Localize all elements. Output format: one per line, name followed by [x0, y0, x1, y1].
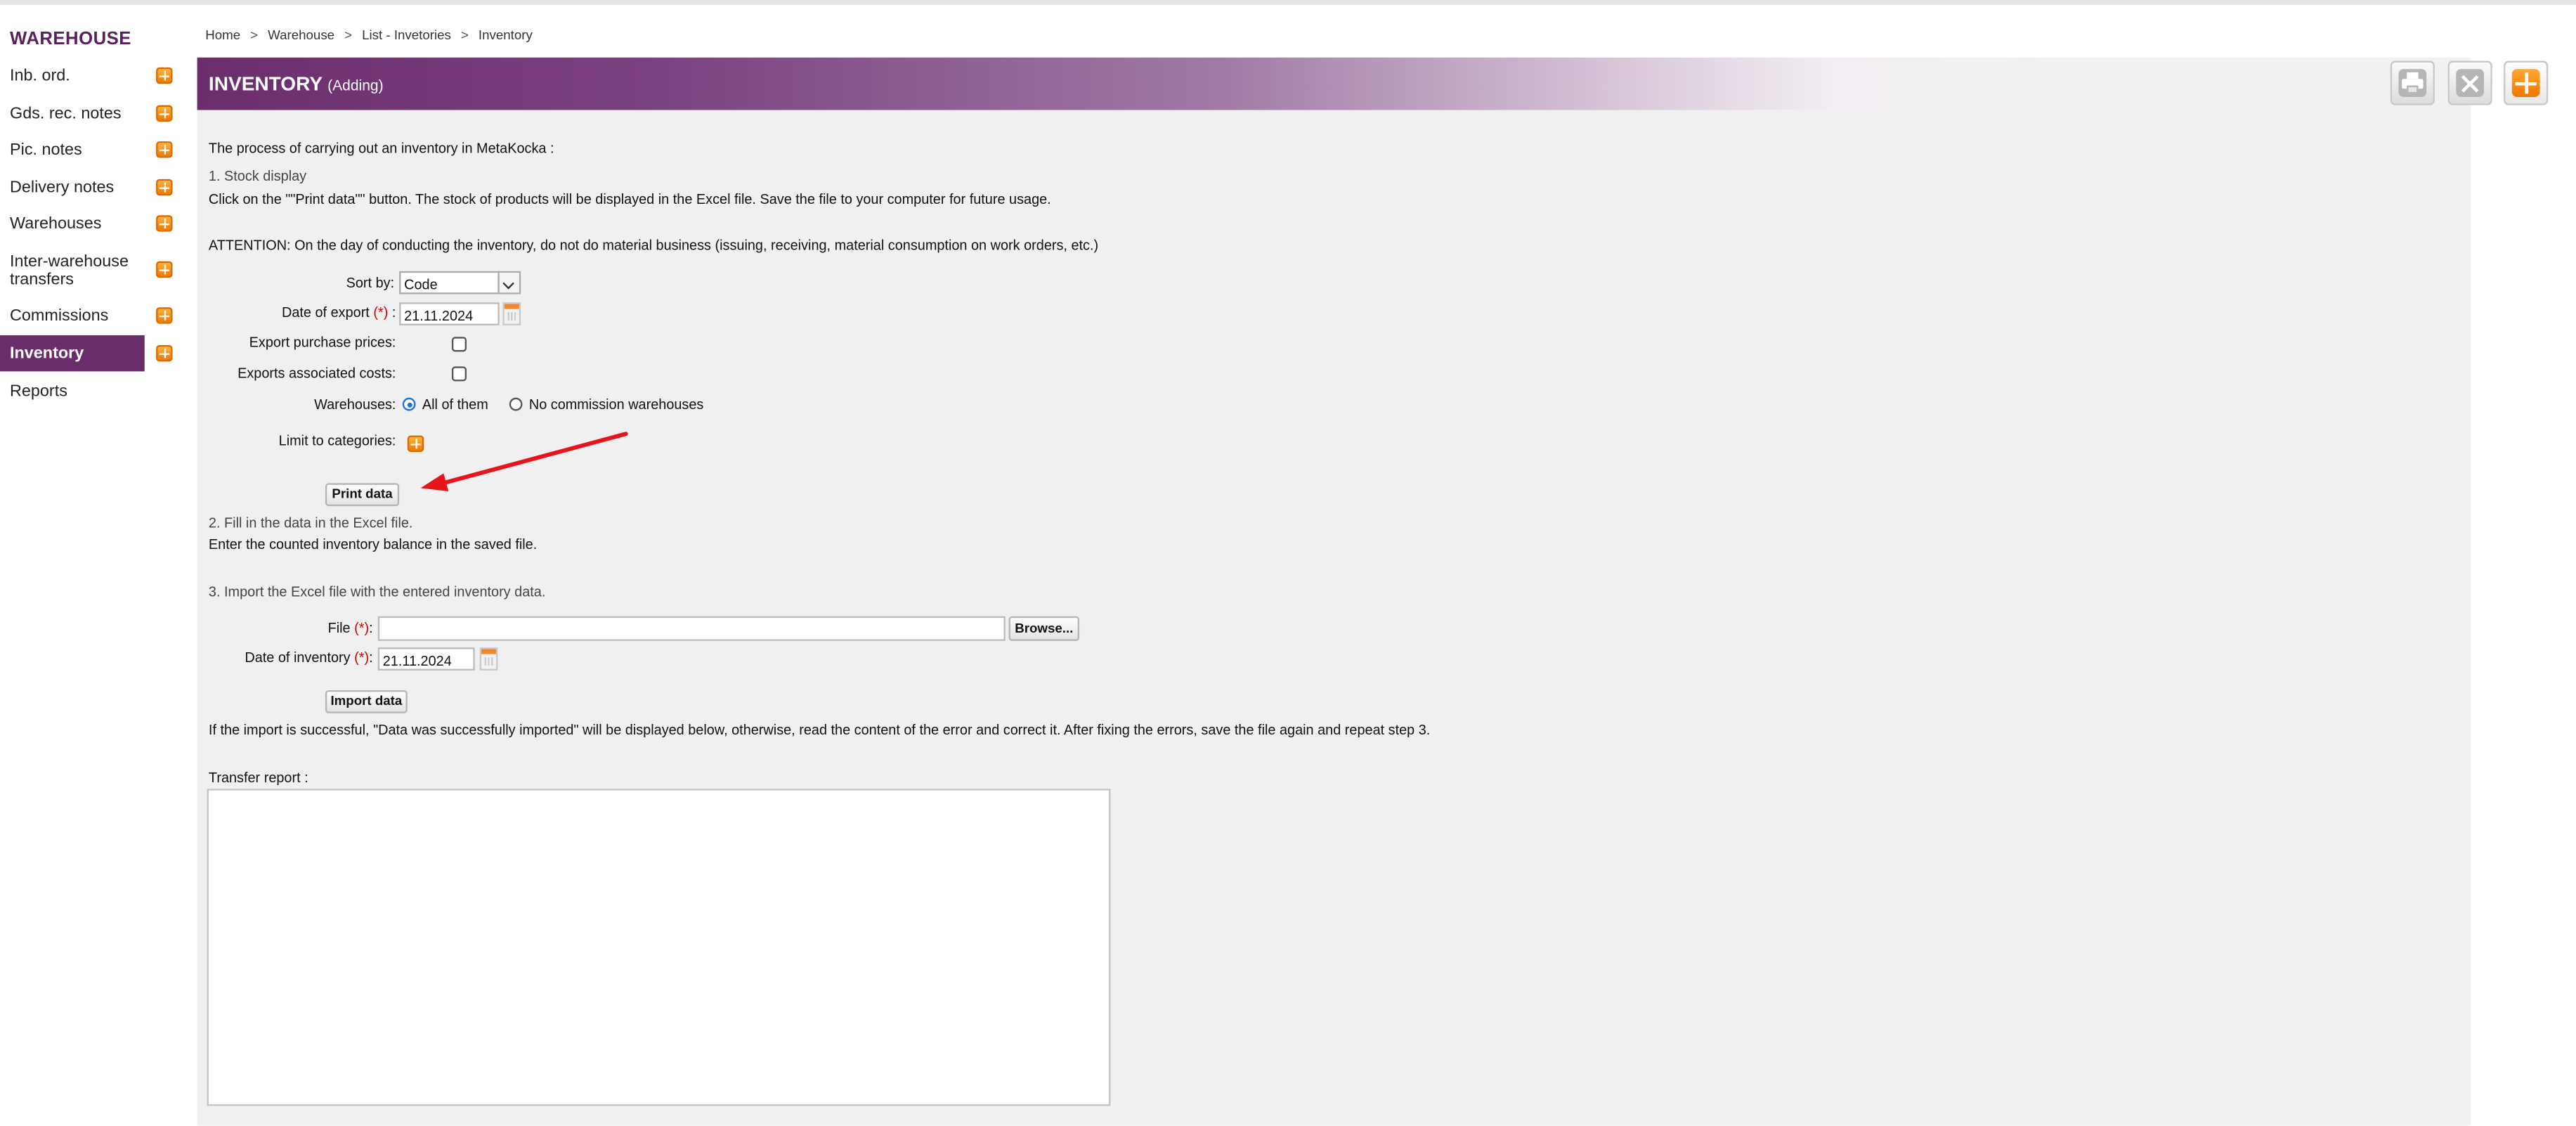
add-icon[interactable] [156, 344, 173, 362]
sort-by-label: Sort by: [346, 274, 395, 291]
sidebar-item-label: Inter-warehouse [10, 253, 129, 271]
calendar-icon[interactable] [502, 302, 521, 325]
sidebar-item-label: Warehouses [10, 215, 102, 233]
date-of-inventory-label-text: Date of inventory [245, 649, 351, 666]
breadcrumb-separator: > [460, 27, 469, 43]
sidebar-item-delivery-notes[interactable]: Delivery notes [0, 174, 145, 200]
breadcrumb-separator: > [250, 27, 259, 43]
date-of-inventory-field[interactable]: 21.11.2024 [377, 647, 475, 671]
required-mark: (*) [354, 649, 370, 666]
sidebar-item-inventory[interactable]: Inventory [0, 335, 145, 372]
export-purchase-prices-checkbox[interactable] [451, 337, 467, 352]
breadcrumb-list-inventories[interactable]: List - Invetories [362, 28, 451, 43]
sidebar-item-inb-ord[interactable]: Inb. ord. [0, 64, 145, 90]
sidebar-item-reports[interactable]: Reports [0, 380, 145, 406]
page-title-text: INVENTORY [208, 72, 323, 96]
sidebar-item-label: Delivery notes [10, 179, 115, 198]
close-icon [2456, 69, 2485, 97]
sidebar-item-commissions[interactable]: Commissions [0, 304, 145, 330]
add-category-icon[interactable] [407, 435, 424, 452]
add-icon[interactable] [156, 67, 173, 84]
breadcrumb: Home > Warehouse > List - Invetories > Invento… [205, 28, 533, 43]
step1-text: Click on the ""Print data"" button. The … [208, 190, 1051, 207]
add-icon[interactable] [156, 261, 173, 278]
print-data-button[interactable]: Print data [325, 483, 400, 507]
sidebar-item-warehouses[interactable]: Warehouses [0, 212, 145, 238]
breadcrumb-separator: > [344, 27, 353, 43]
step1-title: 1. Stock display [208, 167, 307, 184]
sidebar-item-gds-rec-notes[interactable]: Gds. rec. notes [0, 101, 145, 127]
file-label-text: File [327, 619, 351, 636]
attention-text: ATTENTION: On the day of conducting the … [208, 236, 1099, 254]
file-label: File (*): [247, 619, 373, 635]
warehouses-label: Warehouses: [314, 396, 396, 413]
step2-text: Enter the counted inventory balance in t… [208, 536, 538, 552]
required-mark: (*) [373, 304, 389, 321]
export-purchase-prices-label: Export purchase prices: [249, 333, 396, 350]
date-of-export-field[interactable]: 21.11.2024 [399, 302, 500, 325]
exports-associated-costs-label: Exports associated costs: [238, 365, 396, 382]
print-button[interactable] [2390, 60, 2435, 105]
sidebar-item-label: Inventory [10, 344, 84, 363]
add-icon[interactable] [156, 215, 173, 232]
sidebar-item-label: Reports [10, 382, 67, 401]
sidebar-item-pic-notes[interactable]: Pic. notes [0, 138, 145, 164]
page-header: INVENTORY (Adding) [197, 57, 2471, 110]
date-of-export-label: Date of export (*) : [197, 304, 396, 321]
date-of-inventory-label: Date of inventory (*): [197, 649, 373, 666]
add-icon[interactable] [156, 141, 173, 158]
exports-associated-costs-checkbox[interactable] [451, 366, 467, 382]
label-colon: : [369, 619, 373, 636]
step3-title: 3. Import the Excel file with the entere… [208, 583, 546, 600]
warehouses-radio-no-commission[interactable] [509, 397, 523, 411]
add-icon[interactable] [156, 307, 173, 324]
transfer-report-textarea[interactable] [207, 789, 1111, 1106]
top-border [0, 0, 2576, 6]
limit-categories-label: Limit to categories: [278, 432, 396, 449]
calendar-icon[interactable] [479, 647, 498, 671]
required-mark: (*) [354, 619, 370, 636]
sidebar-item-label-line2: transfers [10, 271, 74, 290]
breadcrumb-home[interactable]: Home [205, 28, 240, 43]
label-colon: : [369, 649, 373, 666]
warehouses-radio-all[interactable] [402, 397, 416, 411]
transfer-report-label: Transfer report : [208, 769, 308, 786]
breadcrumb-current: Inventory [478, 27, 533, 43]
sidebar-title: WAREHOUSE [10, 30, 131, 50]
import-data-button[interactable]: Import data [325, 690, 408, 713]
sidebar-item-label: Gds. rec. notes [10, 105, 122, 124]
chevron-down-icon [497, 273, 519, 293]
add-new-button[interactable] [2504, 60, 2549, 105]
warehouses-option-no-commission-label[interactable]: No commission warehouses [529, 396, 704, 412]
intro-text: The process of carrying out an inventory… [208, 139, 554, 157]
sort-by-select[interactable]: Code [399, 271, 521, 295]
close-button[interactable] [2447, 60, 2492, 105]
add-icon[interactable] [156, 105, 173, 122]
breadcrumb-warehouse[interactable]: Warehouse [268, 28, 334, 43]
date-of-export-label-text: Date of export [282, 304, 370, 321]
sidebar-item-inter-warehouse-transfers[interactable]: Inter-warehouse transfers [0, 250, 145, 292]
printer-icon [2398, 69, 2427, 97]
page-title: INVENTORY (Adding) [209, 72, 384, 96]
warehouses-option-all-label[interactable]: All of them [422, 396, 488, 412]
page-subtitle: (Adding) [327, 77, 384, 94]
browse-button[interactable]: Browse... [1008, 616, 1080, 641]
sidebar-item-label: Inb. ord. [10, 67, 70, 86]
sort-by-value: Code [404, 276, 438, 293]
label-colon: : [388, 304, 396, 321]
sidebar-item-label: Pic. notes [10, 141, 82, 160]
sidebar-item-label: Commissions [10, 307, 109, 325]
file-path-field[interactable] [377, 616, 1006, 641]
step2-title: 2. Fill in the data in the Excel file. [208, 514, 413, 531]
add-icon[interactable] [156, 179, 173, 196]
import-note-text: If the import is successful, "Data was s… [208, 721, 1431, 738]
add-icon [2511, 69, 2540, 97]
